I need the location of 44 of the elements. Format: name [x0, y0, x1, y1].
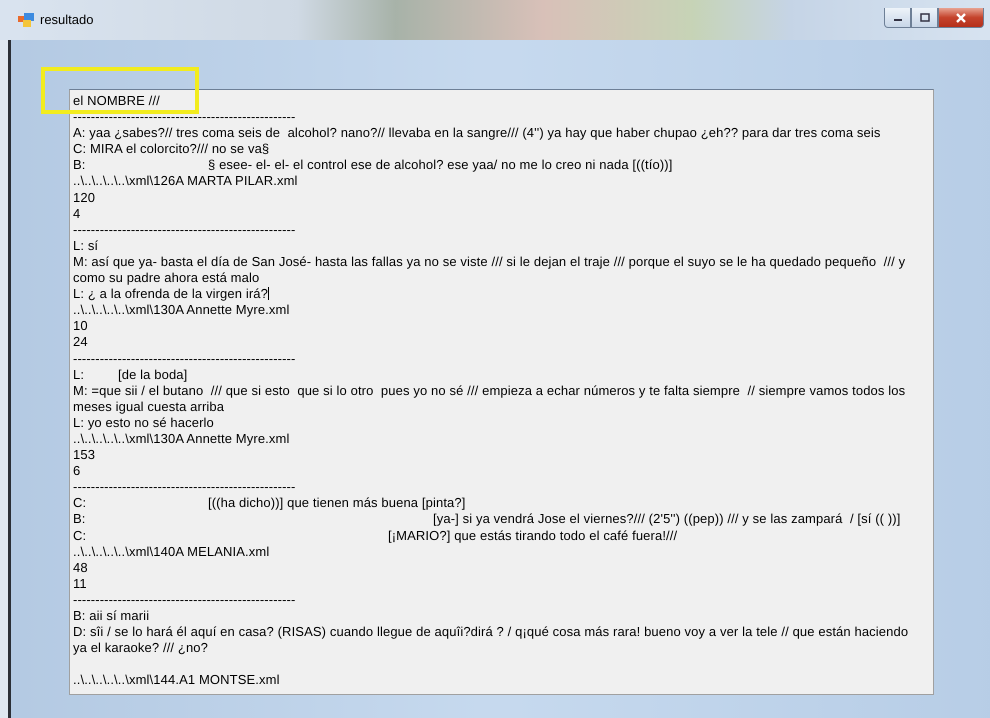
- text-line: ..\..\..\..\..\xml\140A MELANIA.xml: [73, 544, 270, 560]
- text-line: 10: [73, 318, 88, 334]
- text-line: ..\..\..\..\..\xml\130A Annette Myre.xml: [73, 302, 290, 318]
- app-icon: [18, 13, 34, 27]
- text-line: B: § esee- el- el- el control ese de alcohol? ese yaa/ no me lo creo ni nada [((tío))]: [73, 157, 672, 174]
- text-line: L: [de la boda]: [73, 366, 188, 383]
- text-line: ..\..\..\..\..\xml\130A Annette Myre.xml: [73, 430, 290, 448]
- text-line: L: sí: [73, 238, 98, 254]
- text-line: como su padre ahora está malo: [73, 270, 260, 286]
- text-line: 24: [73, 334, 88, 350]
- text-line: --------------------------------------------------: [73, 350, 296, 367]
- text-line: M: así que ya- basta el día de San José- hasta las fallas ya no se viste /// si le dejan el traje /// porque el suyo se le ha quedado pequeño /// y: [73, 254, 906, 270]
- maximize-icon: [920, 13, 930, 22]
- text-line: C: MIRA el colorcito?/// no se va§: [73, 141, 270, 158]
- text-line: ..\..\..\..\..\xml\144.A1 MONTSE.xml: [73, 672, 280, 688]
- close-icon: [955, 12, 967, 22]
- text-line: --------------------------------------------------: [73, 592, 296, 608]
- text-line: L: yo esto no sé hacerlo: [73, 414, 214, 431]
- text-line: M: =que sii / el butano /// que si esto que si lo otro pues yo no sé /// empieza a echar números y te falta siempre // siempre vamos todos los: [73, 382, 906, 399]
- window-title: resultado: [40, 11, 94, 30]
- text-line: meses igual cuesta arriba: [73, 398, 224, 415]
- text-line: --------------------------------------------------: [73, 109, 296, 126]
- text-line: L: ¿ a la ofrenda de la virgen irá?: [73, 286, 269, 302]
- maximize-button[interactable]: [911, 8, 938, 28]
- text-line: 120: [73, 190, 96, 206]
- text-line: 4: [73, 206, 80, 222]
- text-line: ..\..\..\..\..\xml\126A MARTA PILAR.xml: [73, 173, 298, 190]
- text-line: C: [¡MARIO?] que estás tirando todo el café fuera!///: [73, 528, 678, 544]
- text-line: ya el karaoke? /// ¿no?: [73, 640, 208, 656]
- text-line: B: [ya-] si ya vendrá Jose el viernes?/// (2'5'') ((pep)) /// y se las zampará / [sí (( ))]: [73, 511, 900, 528]
- text-line: 11: [73, 576, 87, 592]
- text-line: --------------------------------------------------: [73, 222, 296, 238]
- close-button[interactable]: [938, 8, 984, 28]
- text-line: 48: [73, 560, 88, 576]
- text-line: C: [((ha dicho))] que tienen más buena [pinta?]: [73, 495, 466, 512]
- text-line: el NOMBRE ///: [73, 93, 160, 110]
- text-line: D: sîi / se lo hará él aquí en casa? (RISAS) cuando llegue de aquîi?dirá ? / q¡qué cosa más rara! bueno voy a ver la tele // que están haciendo: [73, 624, 908, 640]
- text-line: --------------------------------------------------: [73, 479, 296, 496]
- text-line: 6: [73, 463, 80, 480]
- text-line: B: aii sí marii: [73, 608, 150, 624]
- text-line: 153: [73, 447, 96, 464]
- text-line: A: yaa ¿sabes?// tres coma seis de alcohol? nano?// llevaba en la sangre/// (4'') ya hay que haber chupao ¿eh?? para dar tres coma seis: [73, 125, 881, 142]
- minimize-button[interactable]: [884, 8, 911, 28]
- text-area[interactable]: [69, 89, 934, 695]
